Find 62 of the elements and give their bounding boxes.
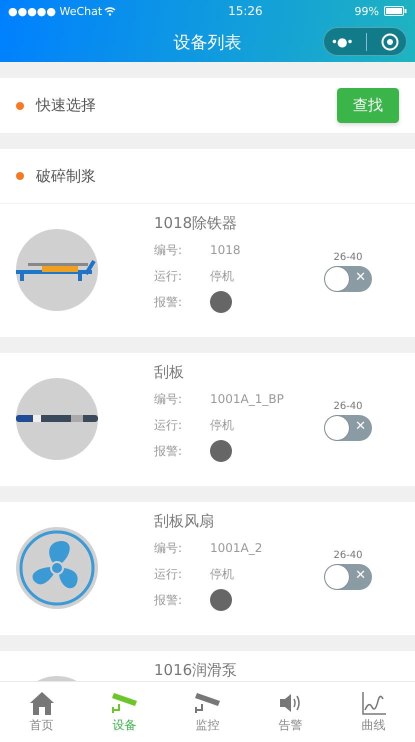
tab-item[interactable]: 首页 bbox=[0, 682, 83, 742]
camera-icon bbox=[110, 690, 138, 714]
close-target-icon[interactable] bbox=[381, 32, 400, 50]
time-text: 15:26 bbox=[227, 4, 264, 18]
field-label: 编号: bbox=[154, 242, 184, 258]
page-title: 设备列表 bbox=[174, 32, 242, 54]
battery-text: 99% bbox=[354, 4, 379, 18]
device-number: 1001A_1_BP bbox=[210, 392, 284, 406]
off-mark: ✕ bbox=[355, 568, 366, 583]
run-status: 停机 bbox=[210, 416, 234, 434]
device-name: 1018除铁器 bbox=[154, 214, 238, 233]
toggle-switch[interactable]: ✕ bbox=[324, 266, 372, 292]
field-label: 报警: bbox=[154, 592, 184, 608]
more-button[interactable]: •●• bbox=[330, 34, 353, 48]
tab-label: 曲线 bbox=[362, 716, 386, 734]
tab-label: 设备 bbox=[112, 716, 136, 734]
off-mark: ✕ bbox=[355, 270, 366, 285]
wifi-icon bbox=[104, 6, 116, 16]
bullet-icon bbox=[16, 172, 24, 180]
device-number: 1018 bbox=[210, 243, 241, 257]
toggle-switch[interactable]: ✕ bbox=[324, 564, 372, 590]
tab-label: 告警 bbox=[278, 716, 302, 734]
find-button[interactable]: 查找 bbox=[337, 88, 399, 123]
device-card[interactable]: 1016润滑泵 bbox=[0, 651, 415, 681]
tab-item[interactable]: 设备 bbox=[83, 682, 166, 742]
tab-item[interactable]: 监控 bbox=[166, 682, 249, 742]
range-text: 26-40 bbox=[333, 401, 363, 412]
quick-select-label: 快速选择 bbox=[36, 96, 97, 115]
device-card[interactable]: 刮板 编号: 1001A_1_BP 运行: 停机 报警: 26-40 ✕ bbox=[0, 353, 415, 486]
field-label: 运行: bbox=[154, 268, 184, 284]
carrier-text: ●●●●● WeChat bbox=[8, 4, 102, 18]
device-name: 1016润滑泵 bbox=[154, 661, 238, 680]
device-name: 刮板风扇 bbox=[154, 512, 215, 531]
battery-icon bbox=[384, 6, 407, 16]
field-label: 运行: bbox=[154, 416, 184, 434]
tab-label: 首页 bbox=[30, 716, 54, 734]
range-text: 26-40 bbox=[333, 252, 363, 263]
toggle-switch[interactable]: ✕ bbox=[324, 415, 372, 441]
camera-icon bbox=[194, 690, 222, 714]
device-card[interactable]: 1018除铁器 编号: 1018 运行: 停机 报警: 26-40 ✕ bbox=[0, 204, 415, 337]
field-label: 报警: bbox=[154, 294, 184, 310]
tab-item[interactable]: 曲线 bbox=[332, 682, 415, 742]
tab-label: 监控 bbox=[196, 716, 220, 734]
fan-icon bbox=[16, 527, 98, 609]
conveyor-icon bbox=[16, 378, 98, 460]
device-name: 刮板 bbox=[154, 363, 185, 382]
device-card[interactable]: 刮板风扇 编号: 1001A_2 运行: 停机 报警: 26-40 ✕ bbox=[0, 502, 415, 635]
run-status: 停机 bbox=[210, 566, 234, 582]
field-label: 报警: bbox=[154, 442, 184, 460]
range-text: 26-40 bbox=[333, 550, 363, 561]
field-label: 编号: bbox=[154, 390, 184, 408]
field-label: 运行: bbox=[154, 566, 184, 582]
off-mark: ✕ bbox=[355, 419, 366, 434]
separator-machine-icon bbox=[16, 229, 98, 311]
device-number: 1001A_2 bbox=[210, 541, 262, 555]
tab-item[interactable]: 告警 bbox=[249, 682, 332, 742]
bullet-icon bbox=[16, 102, 24, 110]
home-icon bbox=[28, 690, 54, 714]
field-label: 编号: bbox=[154, 540, 184, 556]
run-status: 停机 bbox=[210, 268, 234, 284]
line-chart-icon bbox=[360, 690, 386, 714]
section-title: 破碎制浆 bbox=[36, 166, 97, 186]
